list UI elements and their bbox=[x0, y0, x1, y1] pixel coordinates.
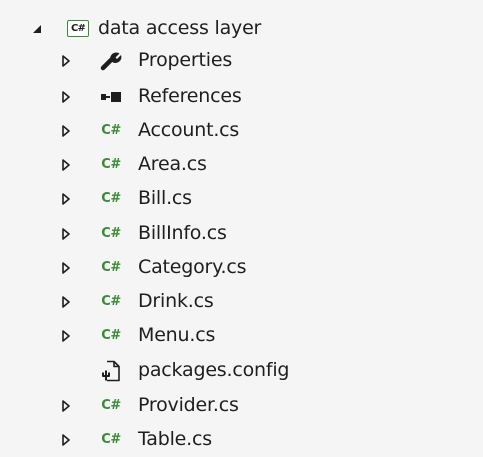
tree-item-project[interactable]: C# data access layer bbox=[0, 11, 483, 46]
item-label: Properties bbox=[138, 49, 233, 71]
item-label: Menu.cs bbox=[138, 324, 216, 346]
item-label: Category.cs bbox=[138, 256, 247, 278]
csharp-file-icon: C# bbox=[101, 260, 121, 275]
collapsed-arrow-icon[interactable] bbox=[56, 79, 76, 114]
solution-explorer-tree: C# data access layer Properties Referenc… bbox=[0, 0, 483, 456]
csharp-file-icon: C# bbox=[101, 294, 121, 309]
tree-item-file[interactable]: C# Menu.cs bbox=[0, 318, 483, 353]
item-label: BillInfo.cs bbox=[138, 222, 227, 244]
references-icon bbox=[96, 79, 126, 114]
collapsed-arrow-icon[interactable] bbox=[56, 318, 76, 353]
csharp-project-icon: C# bbox=[63, 11, 93, 46]
tree-item-file[interactable]: C# Table.cs bbox=[0, 422, 483, 457]
tree-item-file[interactable]: C# Provider.cs bbox=[0, 388, 483, 423]
tree-item-file[interactable]: C# Bill.cs bbox=[0, 181, 483, 216]
csharp-file-icon: C# bbox=[101, 123, 121, 138]
item-label: References bbox=[138, 85, 242, 107]
collapsed-arrow-icon[interactable] bbox=[56, 181, 76, 216]
tree-item-file[interactable]: C# Area.cs bbox=[0, 147, 483, 182]
item-label: packages.config bbox=[138, 359, 290, 381]
csharp-file-icon: C# bbox=[101, 191, 121, 206]
item-label: Area.cs bbox=[138, 153, 207, 175]
tree-item-file[interactable]: C# Drink.cs bbox=[0, 284, 483, 319]
collapsed-arrow-icon[interactable] bbox=[56, 113, 76, 148]
item-label: Bill.cs bbox=[138, 187, 192, 209]
item-label: Account.cs bbox=[138, 119, 240, 141]
tree-item-references[interactable]: References bbox=[0, 79, 483, 114]
tree-item-properties[interactable]: Properties bbox=[0, 43, 483, 78]
tree-item-file[interactable]: packages.config bbox=[0, 353, 483, 388]
csharp-file-icon: C# bbox=[101, 432, 121, 447]
project-label: data access layer bbox=[98, 17, 262, 39]
collapsed-arrow-icon[interactable] bbox=[56, 43, 76, 78]
tree-item-file[interactable]: C# Account.cs bbox=[0, 113, 483, 148]
collapsed-arrow-icon[interactable] bbox=[56, 147, 76, 182]
tree-item-file[interactable]: C# Category.cs bbox=[0, 250, 483, 285]
collapsed-arrow-icon[interactable] bbox=[56, 422, 76, 457]
collapsed-arrow-icon[interactable] bbox=[56, 284, 76, 319]
wrench-icon bbox=[96, 43, 126, 78]
csharp-file-icon: C# bbox=[101, 328, 121, 343]
expanded-arrow-icon[interactable] bbox=[27, 11, 47, 46]
csharp-file-icon: C# bbox=[101, 157, 121, 172]
csharp-file-icon: C# bbox=[101, 226, 121, 241]
collapsed-arrow-icon[interactable] bbox=[56, 216, 76, 251]
item-label: Table.cs bbox=[138, 428, 212, 450]
collapsed-arrow-icon[interactable] bbox=[56, 250, 76, 285]
item-label: Provider.cs bbox=[138, 394, 239, 416]
csharp-file-icon: C# bbox=[101, 398, 121, 413]
tree-item-file[interactable]: C# BillInfo.cs bbox=[0, 216, 483, 251]
config-file-icon bbox=[96, 353, 126, 388]
collapsed-arrow-icon[interactable] bbox=[56, 388, 76, 423]
item-label: Drink.cs bbox=[138, 290, 214, 312]
